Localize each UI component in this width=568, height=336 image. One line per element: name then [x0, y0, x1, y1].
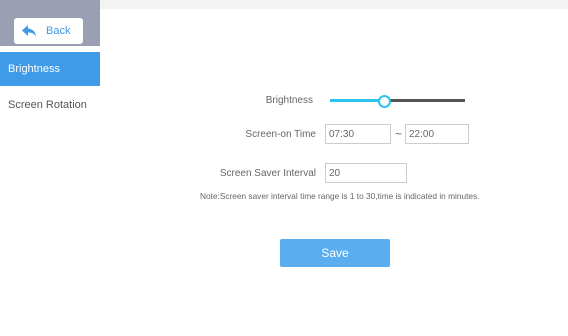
sidebar-item-brightness[interactable]: Brightness: [0, 52, 100, 86]
sidebar-item-label: Screen Rotation: [8, 99, 87, 111]
slider-thumb[interactable]: [378, 95, 391, 108]
slider-track-empty: [384, 99, 465, 102]
brightness-label: Brightness: [265, 95, 313, 106]
time-separator: ~: [395, 127, 403, 141]
slider-track-filled: [330, 99, 384, 102]
sidebar-header: Back: [0, 0, 100, 46]
save-button[interactable]: Save: [280, 239, 390, 267]
back-label: Back: [46, 25, 71, 37]
brightness-slider[interactable]: [330, 95, 465, 108]
back-button[interactable]: Back: [14, 18, 83, 44]
screen-saver-label: Screen Saver Interval: [219, 168, 316, 179]
screen-on-time-label: Screen-on Time: [245, 129, 316, 140]
note-text: Note:Screen saver interval time range is…: [200, 191, 480, 201]
settings-panel: Brightness Screen-on Time 07:30 ~ 22:00 …: [100, 9, 568, 336]
screen-on-start-input[interactable]: 07:30: [325, 124, 391, 144]
sidebar: Back Brightness Screen Rotation: [0, 0, 100, 336]
sidebar-item-label: Brightness: [8, 63, 60, 75]
screen-saver-input[interactable]: 20: [325, 163, 407, 183]
screen-on-end-input[interactable]: 22:00: [405, 124, 469, 144]
reply-arrow-icon: [22, 25, 36, 37]
sidebar-item-screen-rotation[interactable]: Screen Rotation: [0, 88, 100, 122]
